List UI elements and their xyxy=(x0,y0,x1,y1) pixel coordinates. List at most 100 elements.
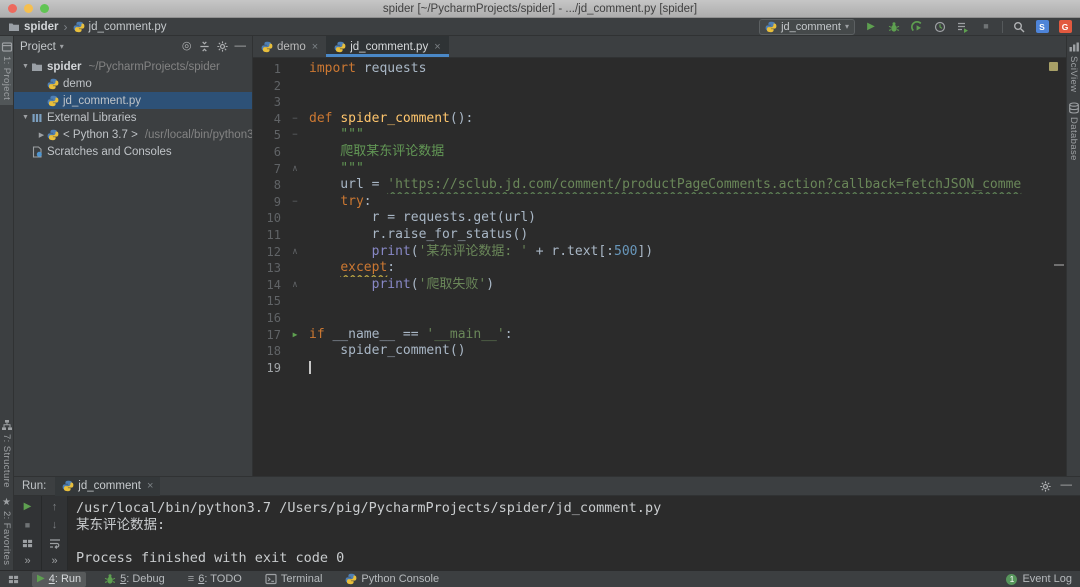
toolwindow-terminal-button[interactable]: Terminal xyxy=(260,572,328,587)
line-number: 2 xyxy=(253,78,281,95)
toolwindow-python-console-button[interactable]: Python Console xyxy=(340,572,444,587)
fold-icon[interactable]: ∧ xyxy=(281,244,309,261)
code-line-2[interactable]: 2 xyxy=(253,78,1066,95)
toolwindow-structure-label: 7: Structure xyxy=(1,434,12,488)
tree-expand-icon[interactable]: ▼ xyxy=(20,114,31,121)
settings-button[interactable] xyxy=(217,41,228,52)
google-translate-plugin-button[interactable]: G xyxy=(1058,20,1072,34)
code-editor[interactable]: 1import requests234−def spider_comment()… xyxy=(253,58,1066,376)
down-stacktrace-button[interactable]: ↓ xyxy=(52,520,58,531)
code-text: try: xyxy=(309,194,1066,211)
toolwindow-database[interactable]: Database xyxy=(1067,97,1080,166)
code-line-19[interactable]: 19 xyxy=(253,360,1066,377)
toolwindow-sciview[interactable]: SciView xyxy=(1067,36,1080,97)
fold-icon[interactable]: − xyxy=(281,194,309,211)
collapse-all-button[interactable] xyxy=(199,41,210,52)
code-text: 爬取某东评论数据 xyxy=(309,144,1066,161)
code-line-17[interactable]: 17▶if __name__ == '__main__': xyxy=(253,327,1066,344)
run-settings-button[interactable] xyxy=(1040,481,1051,492)
code-line-3[interactable]: 3 xyxy=(253,94,1066,111)
breadcrumb-project[interactable]: spider xyxy=(8,21,59,33)
code-line-5[interactable]: 5− """ xyxy=(253,127,1066,144)
run-console[interactable]: /usr/local/bin/python3.7 /Users/pig/Pych… xyxy=(68,496,1080,570)
tree-item-label: spider xyxy=(47,61,82,73)
locate-button[interactable]: ◎ xyxy=(182,41,192,52)
fold-icon[interactable]: ∧ xyxy=(281,277,309,294)
soft-wrap-button[interactable] xyxy=(49,537,61,549)
toolwindow-structure[interactable]: 7: Structure xyxy=(0,414,14,493)
tree-item-spider[interactable]: ▼spider~/PycharmProjects/spider xyxy=(14,58,252,75)
tree-item--python-3-7-[interactable]: ▶< Python 3.7 >/usr/local/bin/python3.7 xyxy=(14,126,252,143)
run-tab[interactable]: jd_comment × xyxy=(55,477,160,496)
toolwindow-run-button[interactable]: ▶4: Run xyxy=(32,572,86,587)
code-line-11[interactable]: 11 r.raise_for_status() xyxy=(253,227,1066,244)
minimize-window-button[interactable] xyxy=(24,4,33,13)
editor-tab-demo[interactable]: demo× xyxy=(253,36,326,57)
coverage-button[interactable] xyxy=(910,20,924,34)
run-tab-label: jd_comment xyxy=(78,480,141,492)
statusbar-item-label: Terminal xyxy=(281,573,323,585)
zoom-window-button[interactable] xyxy=(40,4,49,13)
stop-button[interactable]: ■ xyxy=(979,20,993,34)
warning-stripe-mark[interactable] xyxy=(1054,264,1064,266)
code-line-14[interactable]: 14∧ print('爬取失败') xyxy=(253,277,1066,294)
up-stacktrace-button[interactable]: ↑ xyxy=(52,502,58,513)
code-line-8[interactable]: 8 url = 'https://sclub.jd.com/comment/pr… xyxy=(253,177,1066,194)
close-icon[interactable]: × xyxy=(312,41,318,53)
inspections-indicator-icon[interactable] xyxy=(1049,62,1058,71)
close-window-button[interactable] xyxy=(8,4,17,13)
code-text xyxy=(309,293,1066,310)
tree-item-demo[interactable]: demo xyxy=(14,75,252,92)
tree-item-external-libraries[interactable]: ▼External Libraries xyxy=(14,109,252,126)
code-line-7[interactable]: 7∧ """ xyxy=(253,161,1066,178)
run-line-icon[interactable]: ▶ xyxy=(281,327,309,344)
code-line-13[interactable]: 13 except: xyxy=(253,260,1066,277)
hide-panel-button[interactable]: — xyxy=(235,41,247,53)
code-line-12[interactable]: 12∧ print('某东评论数据: ' + r.text[:500]) xyxy=(253,244,1066,261)
scratch-icon xyxy=(31,146,43,158)
run-button[interactable]: ▶ xyxy=(864,20,878,34)
tree-expand-icon[interactable]: ▼ xyxy=(20,63,31,70)
code-line-10[interactable]: 10 r = requests.get(url) xyxy=(253,210,1066,227)
tree-item-jd-comment-py[interactable]: jd_comment.py xyxy=(14,92,252,109)
restore-layout-button[interactable] xyxy=(22,538,33,549)
chevron-down-icon[interactable]: ▾ xyxy=(60,43,64,51)
code-line-4[interactable]: 4−def spider_comment(): xyxy=(253,111,1066,128)
more-options-button[interactable]: » xyxy=(24,556,30,567)
fold-icon[interactable]: ∧ xyxy=(281,161,309,178)
run-configuration-select[interactable]: jd_comment ▾ xyxy=(759,19,855,35)
profiler-button[interactable] xyxy=(933,20,947,34)
close-icon[interactable]: × xyxy=(147,480,153,492)
toolwindow-favorites[interactable]: ★2: Favorites xyxy=(0,493,14,570)
tw-structure-icon xyxy=(1,419,13,431)
editor-tab-jd-comment-py[interactable]: jd_comment.py× xyxy=(326,36,448,57)
translate-plugin-button[interactable]: S xyxy=(1035,20,1049,34)
more-console-options-button[interactable]: » xyxy=(51,556,57,567)
run-configurations-button[interactable] xyxy=(956,20,970,34)
hide-run-panel-button[interactable]: — xyxy=(1061,480,1073,492)
close-icon[interactable]: × xyxy=(434,41,440,53)
fold-icon[interactable]: − xyxy=(281,127,309,144)
fold-icon[interactable]: − xyxy=(281,111,309,128)
bug-icon xyxy=(104,573,116,585)
code-line-16[interactable]: 16 xyxy=(253,310,1066,327)
toolwindow-todo-button[interactable]: ≡6: TODO xyxy=(183,572,247,587)
debug-button[interactable] xyxy=(887,20,901,34)
event-log-button[interactable]: Event Log xyxy=(1022,573,1072,585)
python-icon xyxy=(47,78,59,90)
code-line-18[interactable]: 18 spider_comment() xyxy=(253,343,1066,360)
toolwindow-toggle-icon[interactable] xyxy=(8,574,19,585)
terminal-icon xyxy=(265,573,277,585)
stop-process-button[interactable]: ■ xyxy=(25,521,30,530)
tree-item-scratches-and-consoles[interactable]: Scratches and Consoles xyxy=(14,143,252,160)
tree-expand-icon[interactable]: ▶ xyxy=(36,131,47,139)
code-line-6[interactable]: 6 爬取某东评论数据 xyxy=(253,144,1066,161)
toolwindow-project[interactable]: 1: Project xyxy=(0,36,14,105)
code-line-15[interactable]: 15 xyxy=(253,293,1066,310)
code-line-1[interactable]: 1import requests xyxy=(253,61,1066,78)
code-line-9[interactable]: 9− try: xyxy=(253,194,1066,211)
rerun-button[interactable]: ▶ xyxy=(24,502,32,512)
toolwindow-debug-button[interactable]: 5: Debug xyxy=(99,572,170,587)
breadcrumb-file[interactable]: jd_comment.py xyxy=(73,21,167,33)
search-everywhere-button[interactable] xyxy=(1012,20,1026,34)
